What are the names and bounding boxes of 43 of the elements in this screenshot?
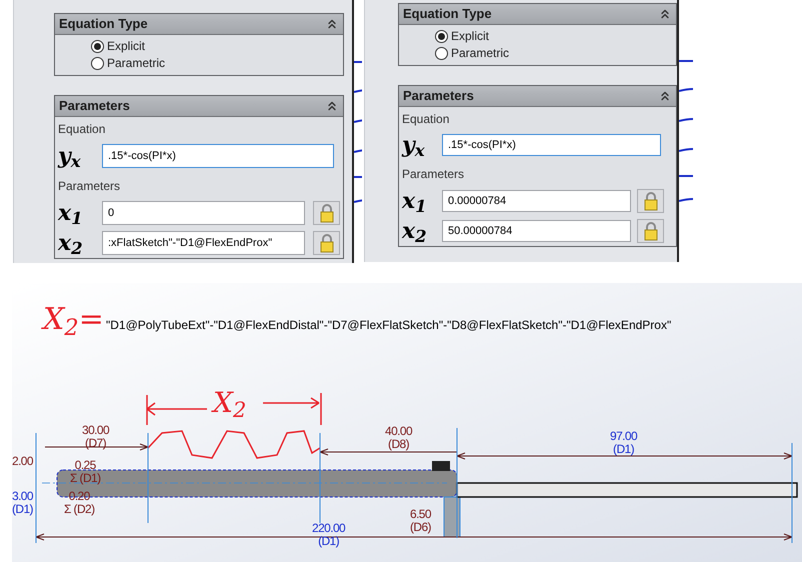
dimension-label[interactable]: 30.00 (D7): [82, 424, 110, 450]
section-header[interactable]: Parameters: [55, 96, 343, 117]
radio-option[interactable]: Parametric: [435, 45, 676, 62]
dimension-label[interactable]: 40.00 (D8): [385, 425, 412, 451]
radio-option[interactable]: Explicit: [91, 38, 343, 55]
formula-text: "D1@PolyTubeExt"-"D1@FlexEndDistal"-"D7@FlexFlatSketch"-"D8@FlexFlatSketch"-"D1@FlexEndProx": [106, 317, 672, 334]
radio-option[interactable]: Parametric: [91, 55, 343, 72]
equation-label: Equation: [58, 121, 106, 138]
equation-field[interactable]: .15*-cos(PI*x): [102, 144, 334, 168]
dimension-label[interactable]: 6.50 (D6): [410, 508, 431, 534]
handwritten-label: X$_{2}$=: [43, 305, 104, 335]
handwritten-label: X$_{2}$: [213, 389, 246, 417]
section-header[interactable]: Equation Type: [399, 4, 676, 25]
section-header[interactable]: Equation Type: [55, 14, 343, 35]
dimension-label[interactable]: 97.00 (D1): [610, 430, 638, 456]
lock-button[interactable]: [313, 201, 340, 225]
radio-option[interactable]: Explicit: [435, 28, 676, 45]
lock-button[interactable]: [637, 189, 664, 213]
equation-field[interactable]: .15*-cos(PI*x): [442, 134, 661, 156]
dimension-label[interactable]: 2.00: [12, 455, 33, 468]
dimension-label[interactable]: 220.00 (D1): [312, 522, 346, 548]
parameter-field[interactable]: 50.00000784: [442, 220, 631, 242]
function-symbol: y$_{x}$: [402, 134, 426, 156]
parameter-field[interactable]: 0: [102, 201, 305, 225]
function-symbol: y$_{x}$: [58, 145, 82, 167]
padlock-icon: [320, 234, 334, 252]
padlock-icon: [320, 204, 334, 222]
parameters-label: Parameters: [58, 178, 122, 195]
parameter-field[interactable]: 0.00000784: [442, 190, 631, 212]
parameter-symbol: x$_{2}$: [402, 220, 428, 242]
parameter-symbol: x$_{1}$: [402, 190, 428, 212]
padlock-icon: [644, 222, 658, 240]
padlock-icon: [644, 192, 658, 210]
section-header[interactable]: Parameters: [399, 86, 676, 107]
equation-label: Equation: [402, 111, 450, 128]
dimension-label[interactable]: 0.25 Σ (D1): [70, 459, 100, 485]
parameter-symbol: x$_{1}$: [58, 202, 84, 224]
dimension-label[interactable]: 3.00 (D1): [12, 490, 33, 516]
parameter-field[interactable]: :xFlatSketch"-"D1@FlexEndProx": [102, 231, 305, 255]
lock-button[interactable]: [637, 219, 664, 243]
lock-button[interactable]: [313, 231, 340, 255]
parameters-label: Parameters: [402, 166, 466, 183]
parameter-symbol: x$_{2}$: [58, 232, 84, 254]
